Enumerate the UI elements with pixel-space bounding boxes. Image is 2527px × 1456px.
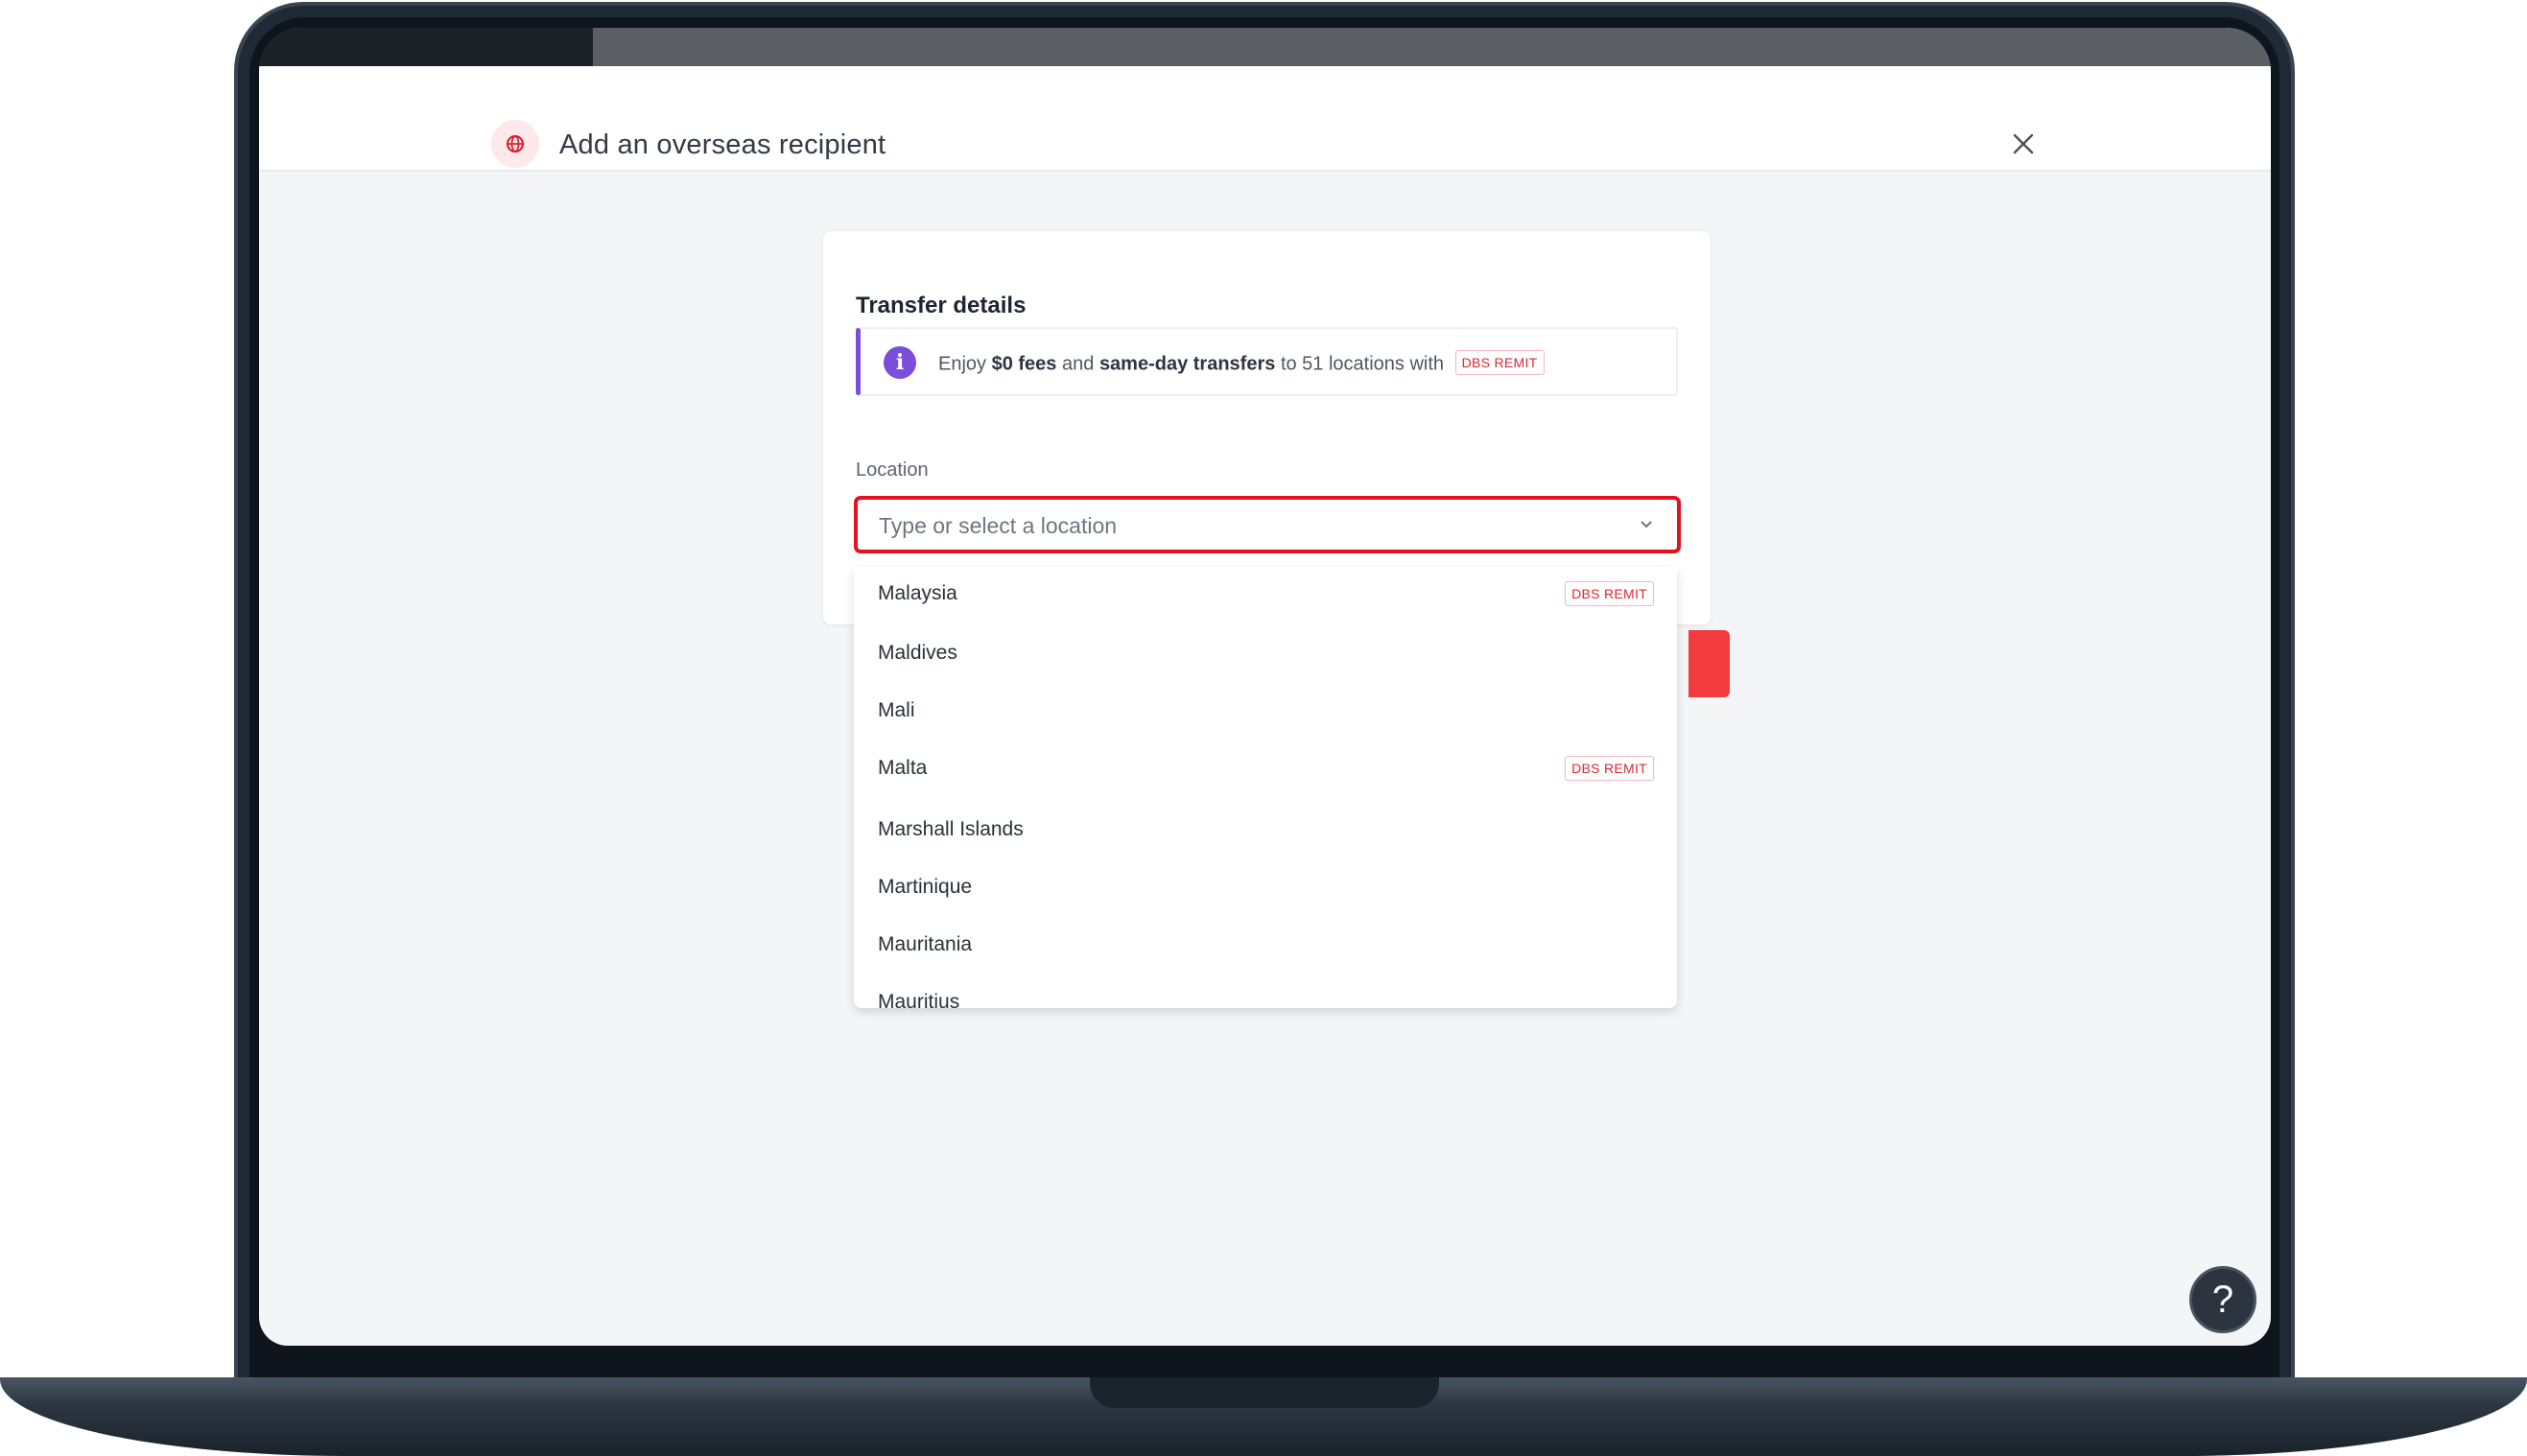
option-name: Mauritius: [878, 991, 960, 1008]
modal-title: Add an overseas recipient: [559, 129, 886, 160]
location-option[interactable]: Mali: [854, 684, 1677, 738]
option-name: Mauritania: [878, 933, 973, 955]
location-label: Location: [856, 459, 929, 481]
dbs-remit-badge: DBS REMIT: [1454, 350, 1545, 375]
promo-info-banner: i Enjoy $0 fees and same-day transfers t…: [856, 327, 1678, 396]
option-name: Marshall Islands: [878, 818, 1024, 840]
location-option[interactable]: Malta DBS REMIT: [854, 741, 1677, 795]
option-name: Malaysia: [878, 582, 957, 604]
laptop-notch: [1090, 1377, 1439, 1408]
help-button[interactable]: ?: [2189, 1266, 2256, 1333]
location-option[interactable]: Malaysia DBS REMIT: [854, 567, 1677, 621]
promo-text-and: and: [1062, 353, 1095, 375]
background-app-logo-area: [259, 28, 593, 66]
option-name: Mali: [878, 699, 915, 721]
location-option[interactable]: Mauritania: [854, 918, 1677, 972]
promo-text-same-day: same-day transfers: [1098, 353, 1276, 375]
chevron-down-icon[interactable]: [1639, 517, 1654, 532]
dbs-remit-badge: DBS REMIT: [1565, 581, 1654, 606]
close-icon[interactable]: [2006, 127, 2041, 161]
promo-text-enjoy: Enjoy: [938, 353, 987, 375]
info-icon: i: [884, 346, 916, 379]
modal-header: Add an overseas recipient: [259, 66, 2271, 172]
continue-button[interactable]: [1689, 630, 1730, 697]
screen: Add an overseas recipient Transfer detai…: [259, 28, 2271, 1346]
promo-text: Enjoy $0 fees and same-day transfers to …: [938, 350, 1545, 377]
location-option[interactable]: Maldives: [854, 626, 1677, 680]
location-option[interactable]: Mauritius: [854, 975, 1677, 1008]
promo-text-rest: to 51 locations with: [1280, 353, 1445, 375]
promo-text-fees: $0 fees: [991, 353, 1057, 375]
dbs-remit-badge: DBS REMIT: [1565, 756, 1654, 781]
location-option[interactable]: Marshall Islands: [854, 803, 1677, 857]
option-name: Maldives: [878, 642, 957, 664]
location-dropdown: Malaysia DBS REMIT Maldives Mali Malta D…: [854, 567, 1677, 1008]
location-select[interactable]: Type or select a location: [854, 496, 1681, 553]
option-name: Malta: [878, 757, 928, 779]
globe-icon: [491, 120, 539, 168]
card-title: Transfer details: [856, 293, 1027, 318]
option-name: Martinique: [878, 876, 973, 898]
location-option[interactable]: Martinique: [854, 860, 1677, 914]
transfer-details-card: Transfer details i Enjoy $0 fees and sam…: [823, 231, 1711, 624]
location-placeholder: Type or select a location: [879, 513, 1118, 538]
